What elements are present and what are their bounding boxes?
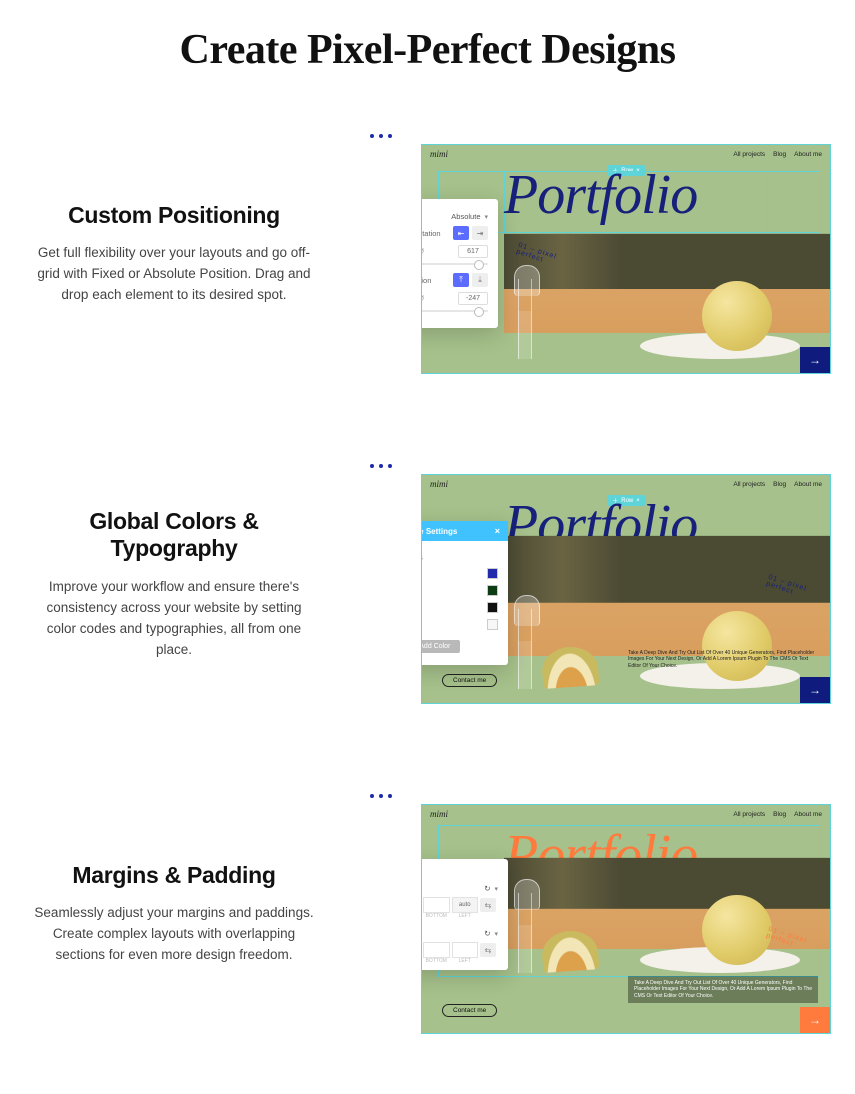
mock-nav-item[interactable]: All projects bbox=[733, 151, 765, 158]
offset-h-slider[interactable] bbox=[421, 263, 488, 265]
color-swatch[interactable] bbox=[487, 585, 498, 596]
add-color-button[interactable]: + Add Color bbox=[421, 640, 460, 653]
v-orientation-label: Vertical Orientation bbox=[421, 276, 431, 285]
h-orientation-label: Horizontal Orientation bbox=[421, 229, 441, 238]
melon-half-shape bbox=[541, 929, 600, 973]
mock-brand: mimi bbox=[430, 149, 448, 159]
mock-canvas: mimi All projects Blog About me Portfoli… bbox=[421, 804, 831, 1034]
feature-title: Custom Positioning bbox=[30, 202, 318, 230]
champagne-glass-icon bbox=[518, 609, 532, 689]
mock-canvas: mimi All projects Blog About me ＋ Row × … bbox=[421, 144, 831, 374]
close-icon[interactable]: × bbox=[495, 526, 500, 536]
champagne-glass-icon bbox=[518, 893, 532, 973]
mock-hero-word: Portfolio bbox=[504, 163, 697, 227]
color-row-primary[interactable]: Primary bbox=[421, 568, 498, 579]
melon-shape bbox=[702, 895, 772, 965]
padding-grid: TOP RIGHT BOTTOM LEFT ⇆ bbox=[421, 942, 498, 958]
mock-nav-item[interactable]: Blog bbox=[773, 481, 786, 488]
align-bottom-button[interactable]: ⤓ bbox=[472, 273, 488, 287]
offset-v-slider[interactable] bbox=[421, 310, 488, 312]
feature-custom-positioning: Custom Positioning Get full flexibility … bbox=[24, 134, 831, 374]
color-row-secondary[interactable]: Secondary bbox=[421, 585, 498, 596]
color-swatch[interactable] bbox=[487, 602, 498, 613]
reset-icon[interactable]: ↺ bbox=[421, 294, 428, 304]
preview-colors: mimi All projects Blog About me ＋ Row × … bbox=[348, 464, 831, 704]
next-fab-button[interactable]: → bbox=[800, 1007, 830, 1033]
feature-global-colors: Global Colors & Typography Improve your … bbox=[24, 464, 831, 704]
padding-left-input[interactable]: LEFT bbox=[452, 942, 479, 958]
next-fab-button[interactable]: → bbox=[800, 677, 830, 703]
margin-bottom-input[interactable]: BOTTOM bbox=[423, 897, 450, 913]
preview-spacing: mimi All projects Blog About me Portfoli… bbox=[348, 794, 831, 1034]
unit-dropdown[interactable]: ▾ bbox=[494, 930, 498, 938]
margin-grid: TOP autoRIGHT BOTTOM autoLEFT ⇆ bbox=[421, 897, 498, 913]
align-right-button[interactable]: ⇥ bbox=[472, 226, 488, 240]
feature-body: Improve your workflow and ensure there's… bbox=[30, 577, 318, 661]
window-dots-icon bbox=[370, 464, 831, 468]
offset-h-value[interactable]: 617 bbox=[458, 245, 488, 258]
mock-blurb: Take A Deep Dive And Try Out List Of Ove… bbox=[628, 976, 818, 1004]
position-value[interactable]: Absolute bbox=[451, 212, 480, 221]
feature-body: Seamlessly adjust your margins and paddi… bbox=[30, 903, 318, 966]
mock-nav-item[interactable]: Blog bbox=[773, 151, 786, 158]
color-row-accent[interactable]: Accent bbox=[421, 619, 498, 630]
contact-button[interactable]: Contact me bbox=[442, 674, 497, 687]
page-title: Create Pixel-Perfect Designs bbox=[24, 26, 831, 74]
color-swatch[interactable] bbox=[487, 619, 498, 630]
color-row-text[interactable]: Text bbox=[421, 602, 498, 613]
window-dots-icon bbox=[370, 794, 831, 798]
unit-reset-icon[interactable]: ↻ bbox=[484, 929, 490, 938]
mock-blurb: Take A Deep Dive And Try Out List Of Ove… bbox=[628, 650, 818, 670]
mock-nav-item[interactable]: About me bbox=[794, 151, 822, 158]
panel-header: Site Settings bbox=[421, 527, 457, 536]
mock-nav-item[interactable]: About me bbox=[794, 811, 822, 818]
offset-v-value[interactable]: -247 bbox=[458, 292, 488, 305]
mock-nav-item[interactable]: Blog bbox=[773, 811, 786, 818]
unit-dropdown[interactable]: ▾ bbox=[494, 885, 498, 893]
margin-left-input[interactable]: autoLEFT bbox=[452, 897, 479, 913]
feature-title: Margins & Padding bbox=[30, 862, 318, 890]
champagne-glass-icon bbox=[518, 279, 532, 359]
mock-brand: mimi bbox=[430, 809, 448, 819]
align-top-button[interactable]: ⤒ bbox=[453, 273, 469, 287]
melon-half-shape bbox=[541, 645, 600, 689]
mock-nav-item[interactable]: About me bbox=[794, 481, 822, 488]
color-swatch[interactable] bbox=[487, 568, 498, 579]
chevron-down-icon[interactable]: ▾ bbox=[484, 213, 488, 221]
next-fab-button[interactable]: → bbox=[800, 347, 830, 373]
link-values-icon[interactable]: ⇆ bbox=[480, 943, 496, 957]
window-dots-icon bbox=[370, 134, 831, 138]
melon-shape bbox=[702, 281, 772, 351]
unit-reset-icon[interactable]: ↻ bbox=[484, 884, 490, 893]
mock-nav: All projects Blog About me bbox=[733, 481, 822, 488]
site-settings-panel: ▦ Site Settings × ▾ Global Colors Primar… bbox=[421, 521, 508, 665]
advanced-group[interactable]: ▾ Advanced bbox=[421, 867, 498, 876]
link-values-icon[interactable]: ⇆ bbox=[480, 898, 496, 912]
mock-canvas: mimi All projects Blog About me ＋ Row × … bbox=[421, 474, 831, 704]
group-label: Global Colors bbox=[421, 553, 423, 562]
melon-shape bbox=[702, 611, 772, 681]
padding-bottom-input[interactable]: BOTTOM bbox=[423, 942, 450, 958]
mock-photo bbox=[504, 535, 830, 695]
feature-title: Global Colors & Typography bbox=[30, 508, 318, 563]
reset-icon[interactable]: ↺ bbox=[421, 247, 428, 257]
mock-nav-item[interactable]: All projects bbox=[733, 811, 765, 818]
preview-positioning: mimi All projects Blog About me ＋ Row × … bbox=[348, 134, 831, 374]
feature-body: Get full flexibility over your layouts a… bbox=[30, 243, 318, 306]
mock-nav: All projects Blog About me bbox=[733, 151, 822, 158]
feature-margins-padding: Margins & Padding Seamlessly adjust your… bbox=[24, 794, 831, 1034]
mock-nav-item[interactable]: All projects bbox=[733, 481, 765, 488]
contact-button[interactable]: Contact me bbox=[442, 1004, 497, 1017]
align-left-button[interactable]: ⇤ bbox=[453, 226, 469, 240]
advanced-spacing-panel: ▾ Advanced Margin ↻ ▾ TOP autoRIGHT BOTT… bbox=[421, 859, 508, 970]
mock-brand: mimi bbox=[430, 479, 448, 489]
mock-nav: All projects Blog About me bbox=[733, 811, 822, 818]
global-colors-group[interactable]: ▾ Global Colors bbox=[421, 553, 498, 562]
position-panel: Position Absolute ▾ Horizontal Orientati… bbox=[421, 199, 498, 328]
